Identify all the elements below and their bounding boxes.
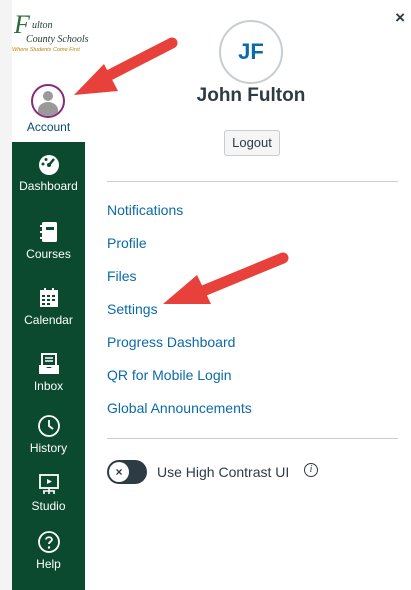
help-icon <box>37 531 60 553</box>
info-icon[interactable]: i <box>304 463 318 477</box>
divider <box>107 181 398 182</box>
annotation-arrow-settings <box>163 252 289 304</box>
user-avatar: JF <box>219 20 283 84</box>
global-announcements-link[interactable]: Global Announcements <box>107 399 252 432</box>
nav-item-studio[interactable]: Studio <box>12 472 85 513</box>
nav-item-dashboard[interactable]: Dashboard <box>12 152 85 193</box>
history-icon <box>37 415 60 437</box>
dashboard-icon <box>38 155 59 175</box>
nav-item-help-label: Help <box>36 557 61 571</box>
notifications-link[interactable]: Notifications <box>107 201 252 234</box>
nav-item-studio-label: Studio <box>31 499 66 513</box>
calendar-icon <box>39 288 58 307</box>
nav-item-courses[interactable]: Courses <box>12 220 85 261</box>
high-contrast-toggle[interactable]: × <box>107 460 147 484</box>
nav-item-inbox-label: Inbox <box>33 379 64 393</box>
progress-dashboard-link[interactable]: Progress Dashboard <box>107 333 252 366</box>
nav-item-history[interactable]: History <box>12 414 85 455</box>
studio-icon <box>38 474 59 494</box>
nav-item-account-label: Account <box>26 120 71 134</box>
account-menu: Notifications Profile Files Settings Pro… <box>107 201 252 432</box>
nav-item-help[interactable]: Help <box>12 530 85 571</box>
nav-item-inbox[interactable]: Inbox <box>12 352 85 393</box>
logo-line1: ulton <box>32 20 53 31</box>
inbox-icon <box>38 353 59 374</box>
account-tray-screenshot: F ulton County Schools Where Students Co… <box>0 0 411 590</box>
nav-item-calendar-label: Calendar <box>24 313 73 327</box>
courses-icon <box>39 222 57 242</box>
page-edge <box>0 0 12 590</box>
annotation-arrow-account <box>74 37 178 95</box>
nav-item-courses-label: Courses <box>26 247 71 261</box>
divider <box>107 438 398 439</box>
logout-button[interactable]: Logout <box>224 130 280 156</box>
nav-item-history-label: History <box>29 441 68 455</box>
toggle-off-icon: × <box>109 462 129 482</box>
nav-item-calendar[interactable]: Calendar <box>12 286 85 327</box>
high-contrast-label: Use High Contrast UI <box>157 464 290 480</box>
nav-item-dashboard-label: Dashboard <box>19 179 78 193</box>
logo-initial: F <box>14 10 30 39</box>
qr-mobile-login-link[interactable]: QR for Mobile Login <box>107 366 252 399</box>
